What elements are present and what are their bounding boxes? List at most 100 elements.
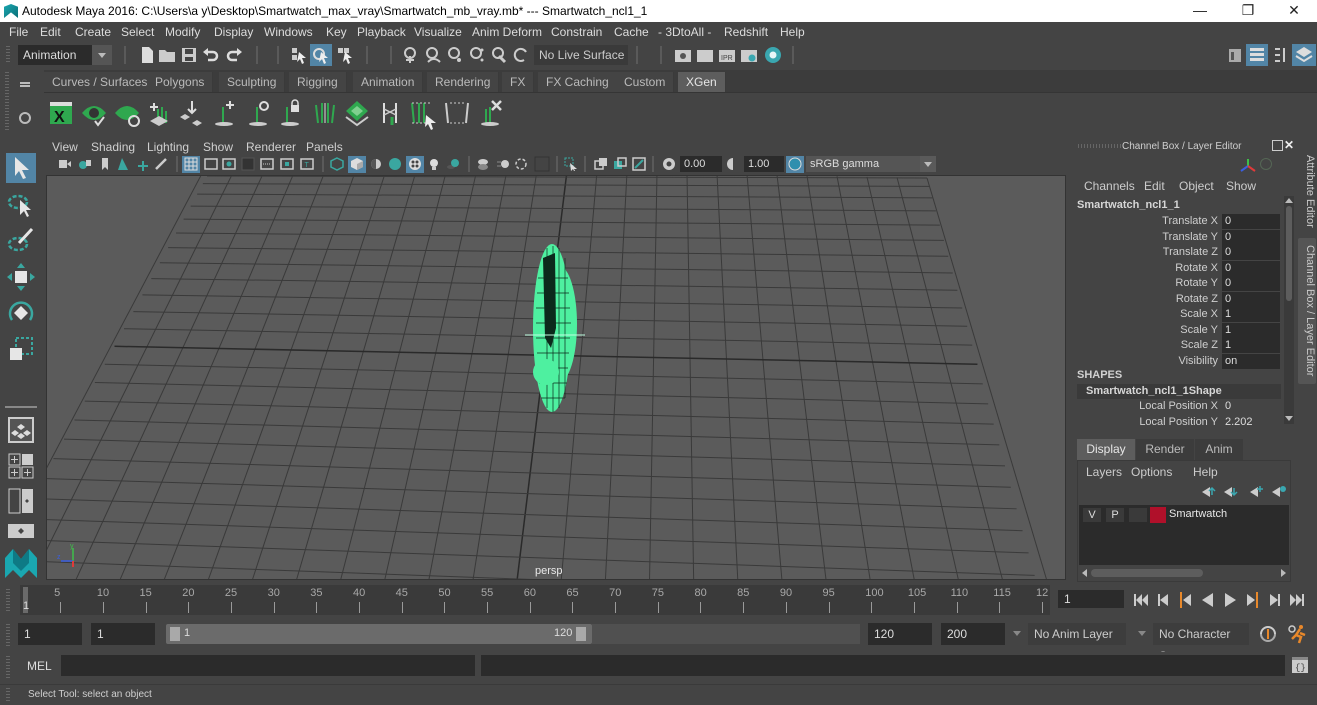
panel-menu-renderer[interactable]: Renderer [246,140,296,154]
color-management-toggle[interactable] [786,156,804,173]
hypershade-icon[interactable] [764,46,782,64]
xgen-editor-icon[interactable]: X [49,101,73,125]
scroll-down-icon[interactable] [1285,416,1293,421]
lock-guide-icon[interactable] [278,99,304,127]
character-set-dropdown[interactable]: No Character Set [1153,623,1249,663]
snap-to-point-icon[interactable] [446,46,464,64]
shelf-tab-sculpting[interactable]: Sculpting [219,72,286,92]
snap-to-grid-icon[interactable] [402,46,420,64]
stacked-layout-button[interactable] [8,524,34,538]
character-set-chevron-down-icon[interactable] [1138,631,1146,636]
layer-color-swatch[interactable] [1150,507,1166,523]
h-scrollbar-thumb[interactable] [1091,569,1203,577]
open-scene-icon[interactable] [158,46,176,64]
single-perspective-layout-button[interactable] [8,417,34,443]
field-chart-icon[interactable] [260,157,274,171]
menu-display[interactable]: Display [214,25,253,39]
add-guides-icon[interactable] [146,99,172,127]
time-slider-grip[interactable] [6,589,10,613]
wireframe-shading-icon[interactable] [330,157,344,171]
channel-label[interactable]: Rotate X [1175,262,1218,274]
view-transform-dropdown[interactable]: sRGB gamma [806,156,920,172]
screen-space-ao-icon[interactable] [476,157,490,171]
menu-file[interactable]: File [9,25,28,39]
current-frame-field[interactable]: 1 [1058,590,1124,608]
rotate-tool-button[interactable] [6,298,36,328]
delete-guides-icon[interactable] [478,99,504,127]
select-by-object-type-button[interactable] [310,44,332,66]
channel-label[interactable]: Translate Y [1162,231,1218,243]
command-language-toggle[interactable]: MEL [27,659,52,673]
close-button[interactable]: ✕ [1271,0,1317,22]
minimize-button[interactable]: — [1177,0,1223,22]
restore-button[interactable]: ❐ [1225,0,1271,22]
channel-value-field[interactable]: 1 [1222,338,1280,353]
guide-select-icon[interactable] [410,99,440,131]
shelf-menu-icon[interactable] [20,82,30,84]
scroll-right-icon[interactable] [1281,569,1286,577]
channel-label[interactable]: Visibility [1178,355,1218,367]
show-menu[interactable]: Show [1226,179,1256,193]
save-scene-icon[interactable] [180,46,198,64]
shelf-tab-fx[interactable]: FX [502,72,535,92]
image-plane-icon[interactable] [116,157,130,171]
select-camera-icon[interactable] [58,157,72,171]
paint-select-tool-button[interactable] [6,226,36,256]
side-by-side-layout-button[interactable] [8,488,34,514]
grid-toggle-button[interactable] [182,156,200,173]
x-ray-joints-icon[interactable] [632,157,646,171]
step-back-key-icon[interactable] [1176,590,1196,610]
channel-label[interactable]: Translate Z [1163,246,1218,258]
menu-playback[interactable]: Playback [357,25,406,39]
layer-name[interactable]: Smartwatch [1169,508,1227,520]
channel-value-field[interactable]: 1 [1222,307,1280,322]
channel-value-field[interactable]: 1 [1222,322,1280,338]
channel-box-scrollbar[interactable] [1284,196,1294,424]
layer-editor-h-scrollbar[interactable] [1079,567,1289,579]
menu-edit[interactable]: Edit [40,25,61,39]
menu-modify[interactable]: Modify [165,25,200,39]
panel-menu-panels[interactable]: Panels [306,140,343,154]
shelf-tab-animation[interactable]: Animation [353,72,424,92]
playback-end-field[interactable]: 120 [868,623,932,645]
menu-key[interactable]: Key [326,25,347,39]
depth-of-field-icon[interactable] [534,156,550,172]
view-transform-chevron-down-icon[interactable] [920,156,936,172]
step-back-frame-icon[interactable] [1154,590,1174,610]
textured-button[interactable] [406,156,424,173]
sculpt-guides-icon[interactable] [178,99,204,127]
gate-mask-icon[interactable] [241,157,255,171]
panel-menu-view[interactable]: View [52,140,78,154]
play-forwards-icon[interactable] [1220,590,1240,610]
go-to-end-icon[interactable] [1286,590,1306,610]
channel-value-field[interactable]: 0 [1222,229,1280,245]
exposure-icon[interactable] [662,157,676,171]
gamma-icon[interactable] [726,157,740,171]
motion-blur-icon[interactable] [496,157,510,171]
step-forward-key-icon[interactable] [1242,590,1262,610]
new-scene-icon[interactable] [138,46,156,64]
menu-anim-deform[interactable]: Anim Deform [472,25,542,39]
shape-channel-value[interactable]: 0 [1222,399,1280,414]
channels-menu[interactable]: Channels [1084,179,1135,193]
command-line-grip[interactable] [6,656,10,678]
range-start-handle[interactable] [170,627,180,641]
range-slider-grip[interactable] [6,624,10,646]
menu-cache[interactable]: Cache [614,25,649,39]
layers-menu[interactable]: Layers [1086,465,1122,479]
toggle-channel-box-button[interactable] [1292,44,1316,66]
shadows-icon[interactable] [446,157,460,171]
smooth-shade-button[interactable] [348,156,366,173]
anim-layer-dropdown[interactable]: No Anim Layer [1028,623,1126,645]
shelf-tab-fx-caching[interactable]: FX Caching [538,72,618,92]
safe-action-icon[interactable] [280,157,294,171]
layer-visibility-toggle[interactable]: V [1083,508,1101,522]
channel-box-grip[interactable] [1078,144,1122,148]
object-menu[interactable]: Object [1179,179,1214,193]
shape-channel-label[interactable]: Local Position Y [1139,416,1218,428]
channel-value-field[interactable]: 0 [1222,260,1280,276]
modeling-toolkit-icon[interactable] [1226,46,1244,64]
channel-value-field[interactable]: on [1222,353,1280,369]
select-tool-button[interactable] [6,153,36,183]
region-map-icon[interactable] [344,99,370,127]
